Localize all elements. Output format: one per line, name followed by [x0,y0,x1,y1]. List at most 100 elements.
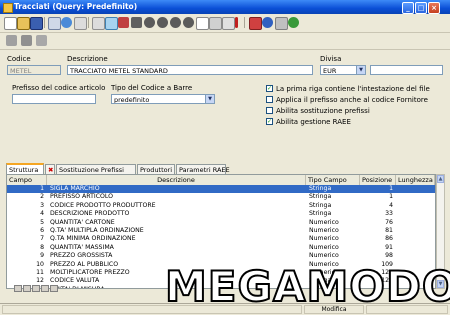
table-cell [396,252,435,260]
column-header-posizione[interactable]: Posizione [360,175,396,185]
table-cell: 6 [40,227,44,234]
table-row[interactable]: 7 Q.TA MINIMA ORDINAZIONE Numerico 86 [7,235,435,243]
last-record-icon[interactable] [183,17,194,28]
nav-delete-button[interactable] [41,285,49,292]
table-cell [396,244,435,252]
settings-icon[interactable] [36,35,47,46]
previous-record-icon[interactable] [157,17,168,28]
secondary-toolbar [0,33,450,50]
table-cell: Stringa [309,210,332,218]
first-record-icon[interactable] [144,17,155,28]
tools-icon[interactable] [131,17,142,28]
minimize-button[interactable]: _ [402,2,414,14]
maximize-button[interactable]: □ [415,2,427,14]
nav-next-button[interactable] [50,285,58,292]
table-row[interactable]: 8 QUANTITA' MASSIMA Numerico 91 [7,244,435,252]
table-cell: CODICE PRODOTTO PRODUTTORE [50,201,156,209]
table-row[interactable]: 4 DESCRIZIONE PRODOTTO Stringa 33 [7,210,435,218]
chevron-down-icon[interactable]: ▼ [356,66,365,74]
alert-icon[interactable] [235,17,238,28]
table-cell: 1 [389,185,393,192]
apply-prefix-checkbox[interactable] [266,96,273,103]
scissors-icon[interactable] [118,17,129,28]
raee-checkbox[interactable]: ✓ [266,118,273,125]
codice-field[interactable]: METEL [7,65,61,75]
print-icon[interactable] [48,17,61,30]
table-cell: Stringa [309,185,332,192]
divisa-select[interactable]: EUR ▼ [320,65,366,75]
column-header-descrizione[interactable]: Descrizione [47,175,306,185]
table-cell: 76 [385,218,393,226]
table-cell: 8 [40,243,44,251]
edit-record-icon[interactable] [222,17,235,30]
chevron-down-icon[interactable]: ▼ [205,95,214,103]
prefix-substitution-checkbox[interactable] [266,107,273,114]
new-document-icon[interactable] [4,17,17,30]
close-button[interactable]: × [428,2,440,14]
tab-sostituzione-prefissi[interactable]: Sostituzione Prefissi [56,164,136,174]
table-row[interactable]: 1 SIGLA MARCHIO Stringa 1 [7,185,435,194]
apply-prefix-label: Applica il prefisso anche al codice Forn… [276,96,428,104]
column-header-tipo-campo[interactable]: Tipo Campo [306,175,360,185]
table-cell: 33 [385,210,393,218]
table-row[interactable]: 9 PREZZO GROSSISTA Numerico 98 [7,252,435,260]
nav-first-button[interactable] [14,285,22,292]
table-cell: Q.TA MINIMA ORDINAZIONE [50,235,136,243]
nav-prev-button[interactable] [23,285,31,292]
open-folder-icon[interactable] [17,17,30,30]
header-row-checkbox[interactable]: ✓ [266,85,273,92]
copy-record-icon[interactable] [209,17,222,30]
table-cell: 91 [385,243,393,251]
tab-struttura[interactable]: Struttura [6,163,44,174]
table-row[interactable]: 6 Q.TA' MULTIPLA ORDINAZIONE Numerico 81 [7,227,435,235]
column-header-campo[interactable]: Campo [7,175,47,185]
table-cell: Q.TA' MULTIPLA ORDINAZIONE [50,227,144,234]
globe-icon[interactable] [61,17,72,28]
status-cell [2,305,302,314]
header-row-label: La prima riga contiene l'intestazione de… [276,85,430,93]
column-header-lunghezza[interactable]: Lunghezza [396,175,435,185]
table-row[interactable]: 3 CODICE PRODOTTO PRODUTTORE Stringa 4 [7,202,435,210]
table-cell: 98 [385,252,393,260]
import-icon[interactable] [6,35,17,46]
table-cell [396,185,435,193]
title-bar: Tracciati (Query: Predefinito) _ □ × [0,0,450,14]
table-cell: 4 [389,201,393,209]
save-icon[interactable] [30,17,43,30]
delete-tab-icon[interactable]: ✖ [45,164,55,174]
add-record-icon[interactable] [196,17,209,30]
table-cell [396,227,435,235]
table-cell: 2 [40,193,44,201]
tab-produttori[interactable]: Produttori [137,164,175,174]
help-icon[interactable] [288,17,299,28]
table-cell [396,235,435,243]
tipo-barre-select[interactable]: predefinito ▼ [111,94,215,104]
table-row[interactable]: 2 PREFISSO ARTICOLO Stringa 1 [7,193,435,201]
next-record-icon[interactable] [170,17,181,28]
refresh-icon[interactable] [275,17,288,30]
search-icon[interactable] [105,17,118,30]
filter-icon[interactable] [92,17,105,30]
table-cell: Numerico [309,235,339,243]
scroll-up-icon[interactable]: ▲ [437,175,444,183]
table-cell: Numerico [309,218,339,226]
table-cell: Numerico [309,227,339,234]
watermark-logo: MEGAMODO [164,262,450,311]
table-cell: QUANTITA' MASSIMA [50,243,114,251]
document-icon[interactable] [74,17,87,30]
toolbar-separator [88,17,89,28]
divisa-description-field[interactable] [370,65,443,75]
nav-add-button[interactable] [32,285,40,292]
descrizione-field[interactable]: TRACCIATO METEL STANDARD [67,65,313,75]
delete-icon[interactable] [249,17,262,30]
table-cell: Numerico [309,252,339,260]
table-cell: 5 [40,218,44,226]
export-icon[interactable] [21,35,32,46]
table-row[interactable]: 5 QUANTITA' CARTONE Numerico 76 [7,219,435,227]
toolbar-separator [44,17,45,28]
tab-parametri-raee[interactable]: Parametri RAEE [176,164,230,174]
prefisso-field[interactable] [12,94,96,104]
undo-icon[interactable] [262,17,273,28]
table-cell: 1 [389,193,393,201]
table-cell: SIGLA MARCHIO [50,185,100,192]
